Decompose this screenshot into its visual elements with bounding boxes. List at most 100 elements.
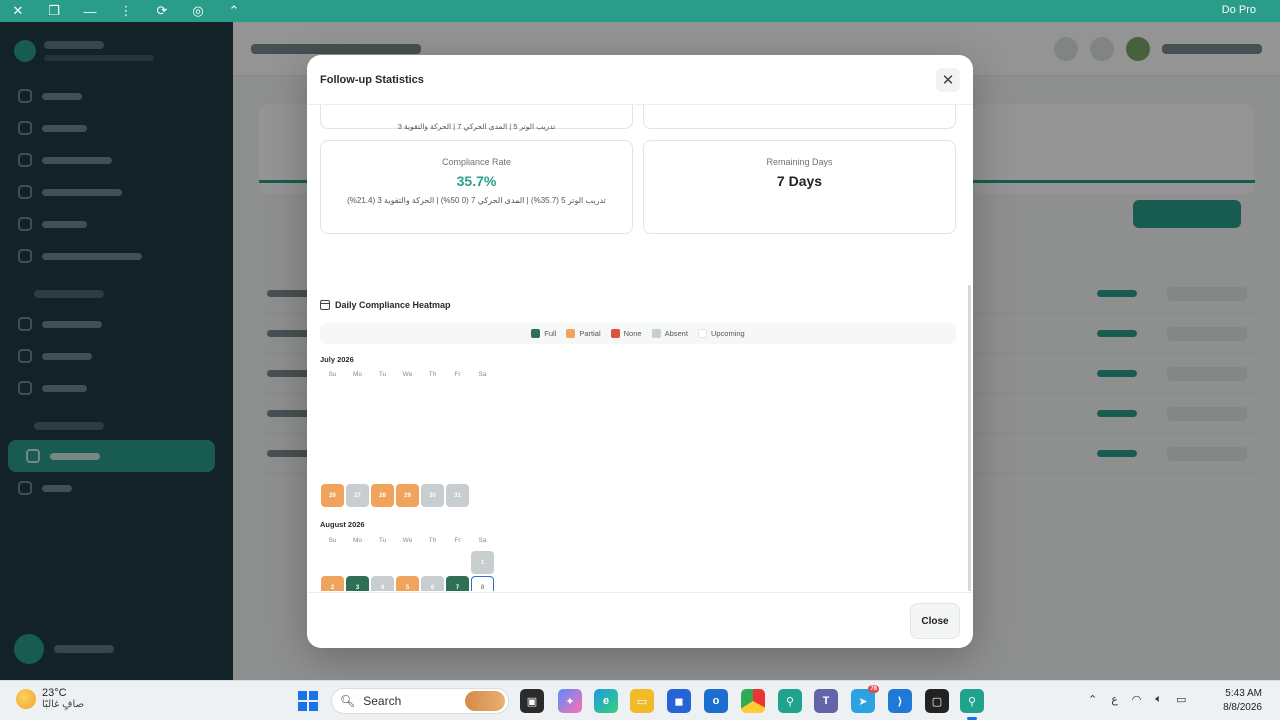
chrome-icon[interactable]: [741, 689, 765, 713]
chevron-up-icon[interactable]: ⌃: [216, 0, 252, 22]
weekday-label: Fr: [454, 371, 461, 378]
task-view-icon[interactable]: ▣: [520, 689, 544, 713]
more-vertical-icon[interactable]: ⋮: [108, 0, 144, 22]
legend-label: Full: [544, 329, 557, 338]
top-card-breakdown: تدريب الوتر 5 | المدى الحركي 7 | الحركة …: [397, 122, 556, 131]
taskbar-search[interactable]: 🔍︎ Search: [331, 688, 509, 714]
modal-footer: Close: [307, 592, 973, 648]
teams-icon[interactable]: T: [814, 689, 838, 713]
heatmap-day[interactable]: 5: [396, 576, 419, 591]
volume-icon[interactable]: 🔈︎: [1155, 693, 1162, 706]
close-icon[interactable]: ✕: [0, 0, 36, 22]
store-icon[interactable]: ◼: [667, 689, 691, 713]
vscode-icon[interactable]: ⟩: [888, 689, 912, 713]
legend-swatch: [566, 329, 576, 338]
heatmap-day[interactable]: 6: [421, 576, 444, 591]
modal-header: Follow-up Statistics ✕: [307, 55, 973, 105]
weekday-label: Tu: [378, 537, 387, 544]
heatmap-day[interactable]: 1: [471, 551, 494, 574]
search-placeholder: Search: [363, 694, 402, 708]
language-indicator[interactable]: ع: [1111, 693, 1118, 706]
legend-item-none: None: [610, 329, 642, 338]
heatmap-title: Daily Compliance Heatmap: [320, 300, 451, 310]
outlook-icon[interactable]: o: [704, 689, 728, 713]
weekday-label: Su: [328, 371, 337, 378]
clock-date: 8/8/2026: [1223, 702, 1262, 713]
heatmap-legend: Full Partial None Absent Upcoming: [320, 323, 956, 344]
compliance-breakdown: تدريب الوتر 5 (35.7%) | المدى الحركي 7 (…: [347, 196, 606, 205]
heatmap-day[interactable]: 4: [371, 576, 394, 591]
do-pro-icon[interactable]: ⚲: [778, 689, 802, 713]
clock[interactable]: 5:43 AM 8/8/2026: [1223, 687, 1262, 715]
month-label: July 2026: [320, 355, 354, 364]
close-button[interactable]: Close: [910, 603, 960, 639]
weekday-label: Tu: [378, 371, 387, 378]
app-titlebar: ✕ ❐ — ⋮ ⟳ ◎ ⌃ Do Pro: [0, 0, 1280, 22]
weather-temp: 23°C: [42, 687, 67, 699]
file-explorer-icon[interactable]: ▭: [630, 689, 654, 713]
heatmap-day[interactable]: 7: [446, 576, 469, 591]
modal-body: تدريب الوتر 5 | المدى الحركي 7 | الحركة …: [307, 105, 973, 591]
do-pro-active-icon[interactable]: ⚲: [960, 689, 984, 713]
minimize-icon[interactable]: —: [72, 0, 108, 22]
weather-desc: صافٍ غالبًا: [42, 699, 85, 710]
heatmap-day[interactable]: 27: [346, 484, 369, 507]
legend-item-absent: Absent: [651, 329, 688, 338]
windows-start-icon[interactable]: [298, 691, 318, 711]
weekday-label: Mo: [352, 537, 363, 544]
heatmap-day[interactable]: 28: [371, 484, 394, 507]
legend-item-partial: Partial: [566, 329, 601, 338]
weekday-label: Su: [328, 537, 337, 544]
remaining-value: 7 Days: [776, 173, 823, 189]
heatmap-day[interactable]: 3: [346, 576, 369, 591]
heatmap-day[interactable]: 29: [396, 484, 419, 507]
modal-title: Follow-up Statistics: [320, 73, 424, 86]
legend-swatch: [697, 329, 707, 338]
terminal-icon[interactable]: ▢: [925, 689, 949, 713]
telegram-badge: 78: [868, 685, 879, 693]
weekday-label: Th: [428, 537, 437, 544]
heatmap-day[interactable]: 26: [321, 484, 344, 507]
legend-swatch: [610, 329, 620, 338]
legend-swatch: [531, 329, 541, 338]
heatmap-day[interactable]: 30: [421, 484, 444, 507]
legend-swatch: [651, 329, 661, 338]
clock-time: 5:43 AM: [1225, 688, 1262, 699]
edge-icon[interactable]: e: [594, 689, 618, 713]
weather-widget[interactable]: 23°C صافٍ غالبًا: [16, 687, 84, 710]
remaining-label: Remaining Days: [766, 157, 833, 167]
stat-card: [643, 105, 956, 129]
weekday-label: Fr: [454, 537, 461, 544]
system-tray: ⌃ ع ◠ 🔈︎ ▭: [1088, 693, 1186, 706]
legend-label: Upcoming: [710, 329, 745, 338]
calendar-icon: [320, 300, 330, 310]
legend-label: None: [623, 329, 642, 338]
legend-label: Absent: [664, 329, 688, 338]
legend-label: Partial: [579, 329, 601, 338]
rotate-icon[interactable]: ⟳: [144, 0, 180, 22]
weekday-label: Mo: [352, 371, 363, 378]
month-label: August 2026: [320, 520, 365, 529]
weekday-label: Th: [428, 371, 437, 378]
stat-card: تدريب الوتر 5 | المدى الحركي 7 | الحركة …: [320, 105, 633, 131]
vr-icon[interactable]: ◎: [180, 0, 216, 22]
weekday-label: Sa: [478, 371, 487, 378]
compliance-rate-card: Compliance Rate 35.7% تدريب الوتر 5 (35.…: [320, 140, 633, 234]
heatmap-day[interactable]: 8: [471, 576, 494, 591]
copilot-icon[interactable]: ✦: [558, 689, 582, 713]
telegram-icon[interactable]: ➤ 78: [851, 685, 879, 713]
weekday-label: We: [402, 537, 413, 544]
wifi-icon[interactable]: ◠: [1132, 693, 1142, 706]
battery-icon[interactable]: ▭: [1176, 693, 1186, 706]
heatmap-day[interactable]: 31: [446, 484, 469, 507]
chevron-up-icon[interactable]: ⌃: [1088, 693, 1097, 706]
close-icon[interactable]: ✕: [936, 67, 960, 92]
taskbar: 23°C صافٍ غالبًا 🔍︎ Search ▣ ✦ e ▭ ◼ o ⚲…: [0, 680, 1280, 720]
remaining-days-card: Remaining Days 7 Days: [643, 140, 956, 234]
scrollbar[interactable]: [968, 285, 971, 591]
app-title: Do Pro: [1221, 4, 1256, 16]
heatmap-day[interactable]: 2: [321, 576, 344, 591]
legend-item-upcoming: Upcoming: [697, 329, 745, 338]
search-highlight-image: [465, 691, 505, 711]
restore-icon[interactable]: ❐: [36, 0, 72, 22]
